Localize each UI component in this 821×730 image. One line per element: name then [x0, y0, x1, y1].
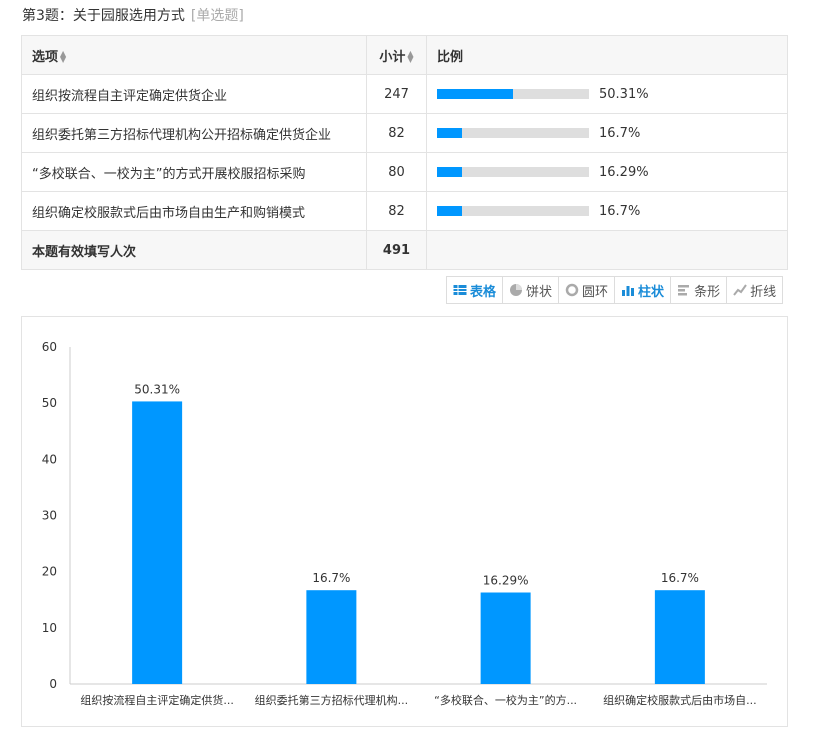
view-table-label: 表格: [470, 284, 497, 300]
y-tick-label: 10: [42, 621, 57, 635]
sort-icon[interactable]: ▲ ▼: [407, 50, 413, 64]
bar-value-label: 16.29%: [483, 574, 529, 588]
bar: [480, 592, 531, 684]
view-horizontal-bar-button[interactable]: 条形: [671, 277, 728, 303]
view-horizontal-bar-label: 条形: [694, 284, 721, 300]
ratio-bar-fill: [437, 89, 514, 99]
ratio-bar-fill: [437, 206, 463, 216]
total-label: 本题有效填写人次: [21, 230, 367, 270]
view-table-button[interactable]: 表格: [447, 277, 504, 303]
option-cell: “多校联合、一校为主”的方式开展校服招标采购: [21, 152, 367, 192]
header-ratio: 比例: [426, 35, 788, 75]
bar-value-label: 16.7%: [312, 571, 350, 585]
table-row: 组织按流程自主评定确定供货企业 247 50.31%: [21, 74, 788, 114]
ratio-percent: 16.29%: [599, 164, 649, 180]
question-title: 第3题：关于园服选用方式 [单选题]: [22, 5, 244, 25]
ratio-bar: [437, 167, 589, 177]
option-cell: 组织确定校服款式后由市场自由生产和购销模式: [21, 191, 367, 231]
bar-chart: 0 10 20 30 40 50 60 50.31% 组织按流程自主评定确定供货... 16.7%…: [21, 316, 788, 727]
y-tick-label: 60: [42, 340, 57, 354]
total-row: 本题有效填写人次 491: [21, 230, 788, 270]
option-cell: 组织按流程自主评定确定供货企业: [21, 74, 367, 114]
bar: [654, 590, 705, 684]
count-cell: 80: [366, 152, 427, 192]
ring-icon: [565, 283, 579, 297]
total-count: 491: [366, 230, 427, 270]
option-cell: 组织委托第三方招标代理机构公开招标确定供货企业: [21, 113, 367, 153]
view-ring-label: 圆环: [582, 284, 609, 300]
ratio-cell: 16.7%: [426, 113, 788, 153]
count-cell: 82: [366, 191, 427, 231]
ratio-cell: 50.31%: [426, 74, 788, 114]
x-tick-label: 组织确定校服款式后由市场自...: [603, 693, 757, 707]
y-tick-label: 20: [42, 565, 57, 579]
header-ratio-label: 比例: [437, 49, 464, 65]
y-tick-label: 0: [49, 677, 57, 691]
x-tick-label: 组织委托第三方招标代理机构...: [255, 693, 409, 707]
view-switch: 表格 饼状 圆环 柱状 条形 折线: [446, 276, 784, 304]
table-row: 组织确定校服款式后由市场自由生产和购销模式 82 16.7%: [21, 191, 788, 231]
y-tick-label: 40: [42, 452, 57, 466]
results-table: 选项 ▲ ▼ 小计 ▲ ▼ 比例 组织按流程自主评定确定供货企业 247 50.31% …: [21, 35, 788, 270]
line-chart-icon: [733, 284, 747, 296]
bar-horizontal-icon: [678, 285, 690, 296]
header-option[interactable]: 选项 ▲ ▼: [21, 35, 367, 75]
view-pie-label: 饼状: [526, 284, 553, 300]
ratio-bar-fill: [437, 128, 463, 138]
view-line-label: 折线: [750, 284, 777, 300]
view-bar-button[interactable]: 柱状: [615, 277, 672, 303]
total-empty-cell: [426, 230, 788, 270]
ratio-percent: 50.31%: [599, 86, 649, 102]
table-header-row: 选项 ▲ ▼ 小计 ▲ ▼ 比例: [21, 35, 788, 75]
bar: [132, 401, 183, 684]
view-bar-label: 柱状: [638, 284, 665, 300]
ratio-bar-fill: [437, 167, 462, 177]
ratio-bar: [437, 128, 589, 138]
sort-icon[interactable]: ▲ ▼: [60, 50, 66, 64]
ratio-bar: [437, 206, 589, 216]
ratio-cell: 16.29%: [426, 152, 788, 192]
bar-value-label: 50.31%: [134, 382, 180, 396]
view-pie-button[interactable]: 饼状: [503, 277, 560, 303]
question-type-tag: [单选题]: [190, 8, 244, 24]
header-option-label: 选项: [32, 49, 59, 65]
y-tick-label: 50: [42, 396, 57, 410]
question-title-text: 第3题：关于园服选用方式: [22, 8, 185, 24]
bar-value-label: 16.7%: [661, 571, 699, 585]
pie-icon: [510, 284, 523, 296]
x-tick-label: “多校联合、一校为主”的方...: [434, 693, 577, 707]
bar: [306, 590, 357, 684]
header-count[interactable]: 小计 ▲ ▼: [366, 35, 427, 75]
table-icon: [453, 285, 467, 295]
count-cell: 82: [366, 113, 427, 153]
bar-chart-svg: 0 10 20 30 40 50 60 50.31% 组织按流程自主评定确定供货... 16.7%…: [42, 340, 767, 707]
x-tick-label: 组织按流程自主评定确定供货...: [80, 693, 234, 707]
count-cell: 247: [366, 74, 427, 114]
view-line-button[interactable]: 折线: [727, 277, 783, 303]
ratio-bar: [437, 89, 589, 99]
bar-chart-icon: [622, 286, 635, 296]
view-ring-button[interactable]: 圆环: [559, 277, 616, 303]
table-row: “多校联合、一校为主”的方式开展校服招标采购 80 16.29%: [21, 152, 788, 192]
ratio-percent: 16.7%: [599, 203, 641, 219]
ratio-cell: 16.7%: [426, 191, 788, 231]
header-count-label: 小计: [379, 49, 406, 65]
table-row: 组织委托第三方招标代理机构公开招标确定供货企业 82 16.7%: [21, 113, 788, 153]
ratio-percent: 16.7%: [599, 125, 641, 141]
y-tick-label: 30: [42, 509, 57, 523]
